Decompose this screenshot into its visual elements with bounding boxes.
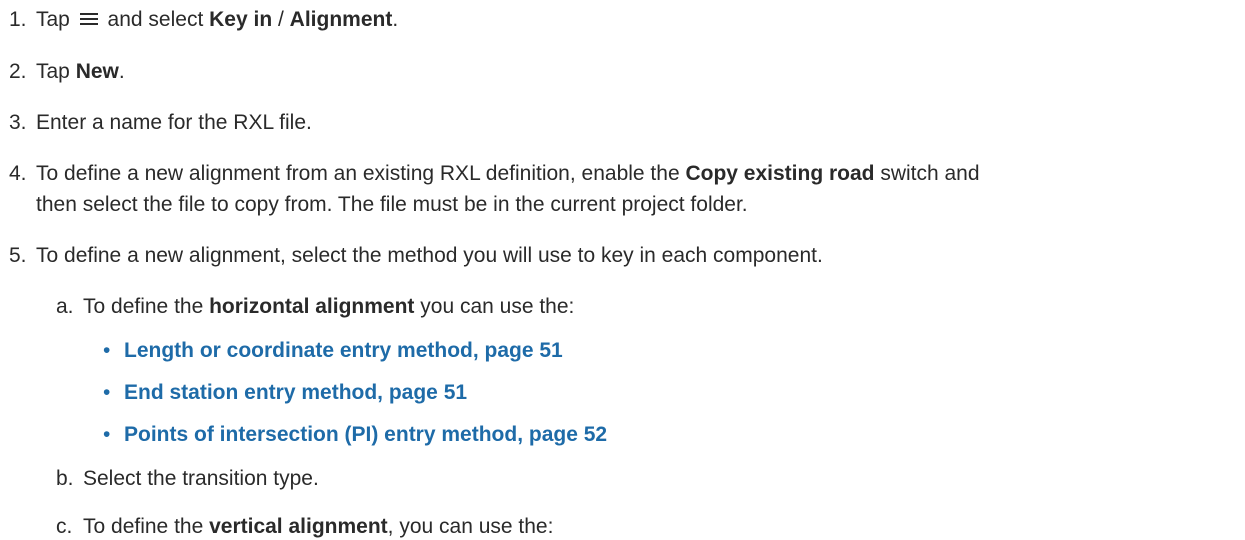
menu-icon — [79, 11, 98, 27]
link-length-or-coordinate[interactable]: Length or coordinate entry method, page … — [124, 338, 563, 364]
substep-letter: b. — [56, 467, 74, 490]
substep-letter: a. — [56, 295, 74, 318]
bullet: • — [103, 339, 111, 362]
vertical-alignment-label: vertical alignment — [209, 515, 388, 538]
menu-path-key-in: Key in — [209, 8, 273, 31]
copy-existing-road-label: Copy existing road — [685, 162, 875, 185]
step-number: 2. — [9, 60, 27, 83]
menu-path-alignment: Alignment — [289, 8, 393, 31]
step-number: 1. — [9, 8, 27, 31]
link-end-station[interactable]: End station entry method, page 51 — [124, 380, 467, 406]
step-number: 5. — [9, 244, 27, 267]
step-text: To define a new alignment, select the me… — [36, 244, 823, 267]
step-text: Enter a name for the RXL file. — [36, 111, 312, 134]
new-label: New — [75, 60, 119, 83]
document-page: 1. Tap and select Key in / Alignment. 2.… — [9, 8, 980, 538]
step-text: Tap — [36, 8, 70, 31]
link-points-of-intersection[interactable]: Points of intersection (PI) entry method… — [124, 422, 607, 448]
step-text: then select the file to copy from. The f… — [36, 193, 748, 216]
step-number: 4. — [9, 162, 27, 185]
horizontal-alignment-label: horizontal alignment — [209, 295, 415, 318]
step-text: Select the transition type. — [83, 467, 319, 490]
substep-letter: c. — [56, 515, 73, 538]
bullet: • — [103, 423, 111, 446]
step-text: and select — [107, 8, 204, 31]
step-number: 3. — [9, 111, 27, 134]
bullet: • — [103, 381, 111, 404]
